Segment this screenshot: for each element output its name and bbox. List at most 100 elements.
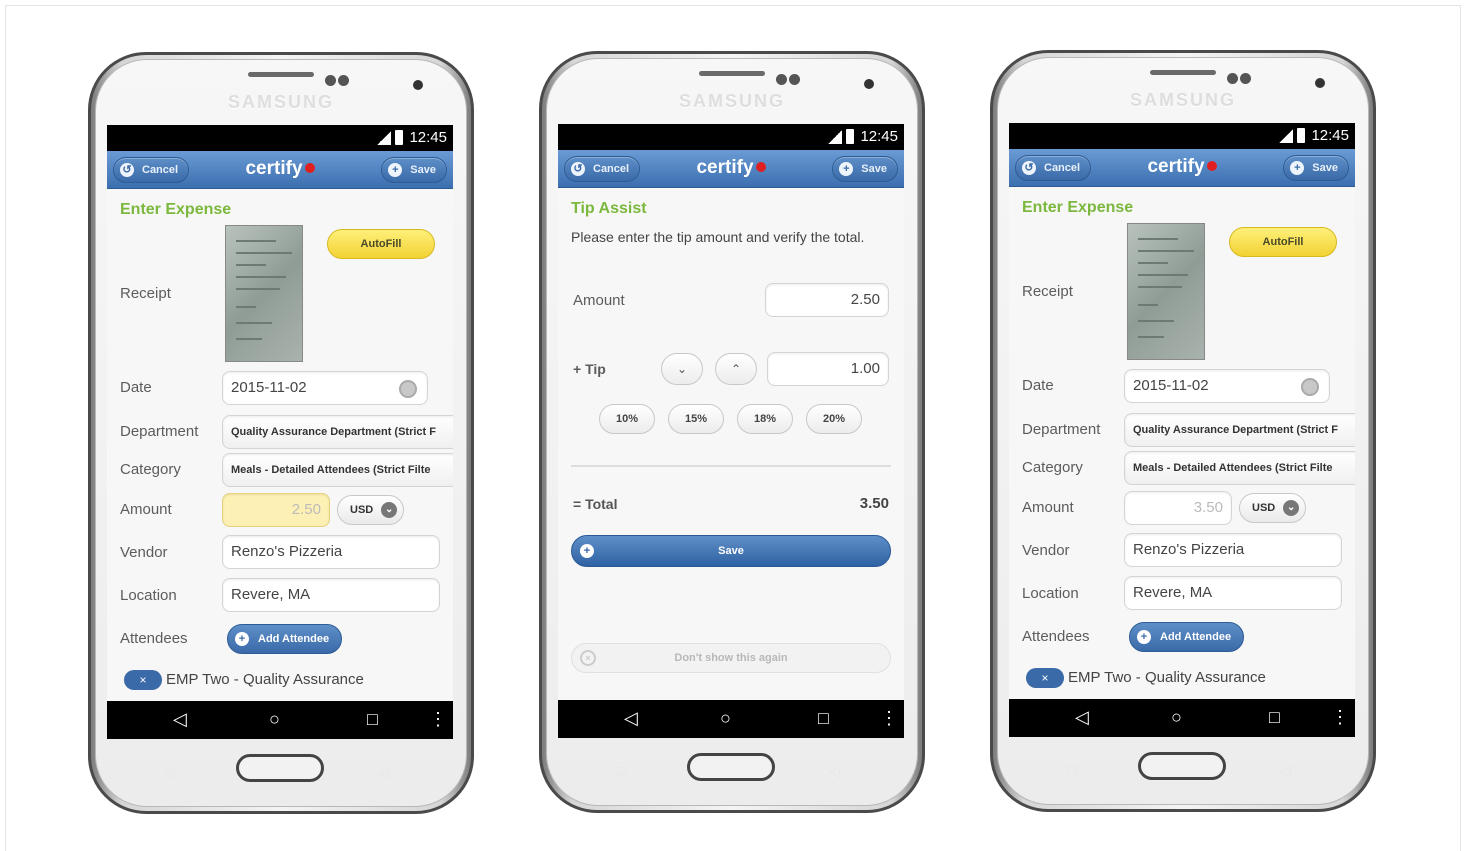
- home-button[interactable]: [1138, 752, 1226, 780]
- add-attendee-button[interactable]: + Add Attendee: [1129, 622, 1245, 652]
- receipt-thumbnail[interactable]: [225, 225, 303, 362]
- speaker-grille: [699, 71, 765, 76]
- plus-icon: +: [388, 163, 403, 177]
- date-field[interactable]: 2015-11-02: [222, 371, 428, 405]
- tip-save-label: Save: [718, 545, 744, 557]
- location-input[interactable]: Revere, MA: [1124, 576, 1342, 610]
- tip-10-button[interactable]: 10%: [599, 404, 655, 434]
- tip-input[interactable]: 1.00: [767, 352, 889, 386]
- speaker-grille: [248, 72, 314, 77]
- home-icon[interactable]: ○: [720, 708, 731, 729]
- vendor-input[interactable]: Renzo's Pizzeria: [1124, 533, 1342, 567]
- date-field[interactable]: 2015-11-02: [1124, 369, 1330, 403]
- tip-save-button[interactable]: + Save: [571, 535, 891, 567]
- department-select[interactable]: Quality Assurance Department (Strict F: [222, 415, 453, 449]
- home-button[interactable]: [687, 753, 775, 781]
- logo-text: certify: [696, 157, 754, 178]
- close-icon: ×: [580, 650, 596, 666]
- category-select[interactable]: Meals - Detailed Attendees (Strict Filte: [222, 453, 453, 487]
- brand-logo: SAMSUNG: [227, 92, 334, 112]
- hw-recents-icon: □: [617, 763, 626, 779]
- currency-value: USD: [1252, 502, 1276, 514]
- tip-20-button[interactable]: 20%: [806, 404, 862, 434]
- receipt-thumbnail[interactable]: [1127, 223, 1205, 360]
- save-button[interactable]: + Save: [832, 156, 898, 182]
- currency-select[interactable]: USD ⌄: [1239, 493, 1307, 523]
- android-nav-bar: ◁ ○ □ ⋮: [558, 700, 904, 738]
- hw-recents-icon: □: [1068, 762, 1077, 778]
- dont-show-label: Don't show this again: [674, 652, 788, 664]
- chevron-down-icon: ⌄: [381, 502, 398, 518]
- calendar-picker-icon[interactable]: [399, 380, 417, 398]
- overflow-menu-icon[interactable]: ⋮: [429, 709, 447, 730]
- save-label: Save: [410, 164, 436, 176]
- location-input[interactable]: Revere, MA: [222, 578, 440, 612]
- sensors: [1227, 71, 1253, 84]
- tip-15-button[interactable]: 15%: [668, 404, 724, 434]
- logo-text: certify: [245, 158, 303, 179]
- logo-check-icon: [755, 162, 766, 172]
- total-label: = Total: [573, 496, 618, 512]
- logo-text: certify: [1147, 156, 1205, 177]
- home-icon[interactable]: ○: [269, 709, 280, 730]
- total-value: 3.50: [859, 495, 889, 512]
- calendar-picker-icon[interactable]: [1301, 378, 1319, 396]
- attendee-item: × EMP Two - Quality Assurance: [124, 670, 364, 690]
- add-attendee-button[interactable]: + Add Attendee: [227, 624, 343, 654]
- chevron-down-icon: ⌄: [676, 362, 688, 376]
- receipt-label: Receipt: [120, 285, 171, 302]
- expense-form: Enter Expense Receipt AutoFill Date 2015…: [1009, 187, 1355, 699]
- location-label: Location: [120, 587, 177, 604]
- phone-screen: 12:45 ↺ Cancel certify + Save Enter Expens…: [1009, 123, 1355, 737]
- front-camera-icon: [1315, 78, 1325, 88]
- autofill-button[interactable]: AutoFill: [327, 229, 435, 259]
- recents-icon[interactable]: □: [1269, 707, 1280, 728]
- android-nav-bar: ◁ ○ □ ⋮: [1009, 699, 1355, 737]
- vendor-label: Vendor: [1022, 542, 1070, 559]
- amount-label: Amount: [1022, 499, 1074, 516]
- save-button[interactable]: + Save: [1283, 155, 1349, 181]
- back-icon[interactable]: ◁: [624, 708, 638, 729]
- expense-form: Enter Expense Receipt AutoFill Date 2015…: [107, 189, 453, 701]
- battery-icon: [846, 129, 854, 144]
- chevron-down-icon: ⌄: [1283, 500, 1300, 516]
- status-bar: 12:45: [107, 125, 453, 151]
- amount-value[interactable]: 2.50: [765, 283, 889, 317]
- plus-icon: +: [1137, 630, 1151, 644]
- plus-icon: +: [1290, 161, 1305, 175]
- tip-18-button[interactable]: 18%: [737, 404, 793, 434]
- recents-icon[interactable]: □: [367, 709, 378, 730]
- back-icon[interactable]: ◁: [173, 709, 187, 730]
- save-button[interactable]: + Save: [381, 157, 447, 183]
- status-bar: 12:45: [1009, 123, 1355, 149]
- vendor-input[interactable]: Renzo's Pizzeria: [222, 535, 440, 569]
- overflow-menu-icon[interactable]: ⋮: [1331, 707, 1349, 728]
- autofill-button[interactable]: AutoFill: [1229, 227, 1337, 257]
- app-header: ↺ Cancel certify + Save: [1009, 149, 1355, 187]
- date-value: 2015-11-02: [231, 379, 307, 396]
- tip-decrease-button[interactable]: ⌄: [661, 353, 703, 385]
- home-icon[interactable]: ○: [1171, 707, 1182, 728]
- category-select[interactable]: Meals - Detailed Attendees (Strict Filte: [1124, 451, 1355, 485]
- back-icon[interactable]: ◁: [1075, 707, 1089, 728]
- amount-input[interactable]: 3.50: [1124, 491, 1232, 525]
- dont-show-again-toggle[interactable]: × Don't show this again: [571, 643, 891, 673]
- remove-attendee-icon[interactable]: ×: [124, 670, 162, 690]
- remove-attendee-icon[interactable]: ×: [1026, 668, 1064, 688]
- phone-enter-expense-updated: SAMSUNG 12:45 ↺ Cancel certify + Save Ente…: [990, 50, 1376, 812]
- front-camera-icon: [413, 80, 423, 90]
- tip-increase-button[interactable]: ⌃: [715, 353, 757, 385]
- save-label: Save: [861, 163, 887, 175]
- home-button[interactable]: [236, 754, 324, 782]
- phone-tip-assist: SAMSUNG 12:45 ↺ Cancel certify + Save Tip …: [539, 51, 925, 813]
- page-title: Enter Expense: [120, 201, 232, 218]
- overflow-menu-icon[interactable]: ⋮: [880, 708, 898, 729]
- phone-enter-expense: SAMSUNG 12:45 ↺ Cancel certify + Save Ente…: [88, 52, 474, 814]
- app-header: ↺ Cancel certify + Save: [107, 151, 453, 189]
- add-attendee-label: Add Attendee: [258, 633, 330, 645]
- currency-select[interactable]: USD ⌄: [337, 495, 405, 525]
- amount-input[interactable]: 2.50: [222, 493, 330, 527]
- department-label: Department: [120, 423, 199, 440]
- recents-icon[interactable]: □: [818, 708, 829, 729]
- department-select[interactable]: Quality Assurance Department (Strict F: [1124, 413, 1355, 447]
